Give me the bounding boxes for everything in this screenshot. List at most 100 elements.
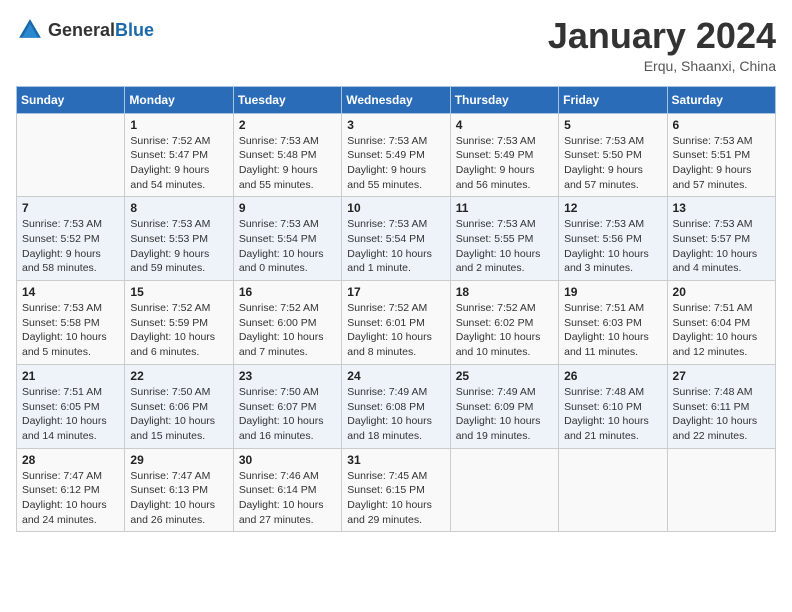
day-number: 19 (564, 285, 661, 299)
day-info: Sunrise: 7:53 AMSunset: 5:52 PMDaylight:… (22, 217, 119, 276)
day-number: 24 (347, 369, 444, 383)
day-number: 22 (130, 369, 227, 383)
calendar-cell: 15Sunrise: 7:52 AMSunset: 5:59 PMDayligh… (125, 281, 233, 365)
col-header-tuesday: Tuesday (233, 86, 341, 113)
day-info: Sunrise: 7:53 AMSunset: 5:58 PMDaylight:… (22, 301, 119, 360)
day-number: 6 (673, 118, 770, 132)
logo-blue: Blue (115, 20, 154, 40)
day-number: 26 (564, 369, 661, 383)
day-info: Sunrise: 7:48 AMSunset: 6:11 PMDaylight:… (673, 385, 770, 444)
day-number: 8 (130, 201, 227, 215)
logo-general: General (48, 20, 115, 40)
day-number: 23 (239, 369, 336, 383)
calendar-cell: 10 Sunrise: 7:53 AMSunset: 5:54 PMDayligh… (342, 197, 450, 281)
day-number: 7 (22, 201, 119, 215)
day-number: 9 (239, 201, 336, 215)
day-number: 28 (22, 453, 119, 467)
calendar-cell: 24 Sunrise: 7:49 AMSunset: 6:08 PMDayligh… (342, 364, 450, 448)
day-number: 4 (456, 118, 553, 132)
calendar-cell: 7 Sunrise: 7:53 AMSunset: 5:52 PMDaylight… (17, 197, 125, 281)
day-number: 20 (673, 285, 770, 299)
calendar-cell: 25 Sunrise: 7:49 AMSunset: 6:09 PMDayligh… (450, 364, 558, 448)
calendar-cell: 19 Sunrise: 7:51 AMSunset: 6:03 PMDayligh… (559, 281, 667, 365)
day-info: Sunrise: 7:52 AMSunset: 6:01 PMDaylight:… (347, 301, 444, 360)
day-number: 16 (239, 285, 336, 299)
day-number: 3 (347, 118, 444, 132)
calendar-cell: 8Sunrise: 7:53 AMSunset: 5:53 PMDaylight… (125, 197, 233, 281)
calendar-cell: 17 Sunrise: 7:52 AMSunset: 6:01 PMDayligh… (342, 281, 450, 365)
week-row-4: 21 Sunrise: 7:51 AMSunset: 6:05 PMDayligh… (17, 364, 776, 448)
col-header-sunday: Sunday (17, 86, 125, 113)
day-info: Sunrise: 7:53 AMSunset: 5:56 PMDaylight:… (564, 217, 661, 276)
day-number: 29 (130, 453, 227, 467)
calendar-cell: 11 Sunrise: 7:53 AMSunset: 5:55 PMDayligh… (450, 197, 558, 281)
logo: GeneralBlue (16, 16, 154, 44)
calendar-cell: 6Sunrise: 7:53 AMSunset: 5:51 PMDaylight… (667, 113, 775, 197)
day-info: Sunrise: 7:49 AMSunset: 6:09 PMDaylight:… (456, 385, 553, 444)
calendar-cell: 23Sunrise: 7:50 AMSunset: 6:07 PMDayligh… (233, 364, 341, 448)
day-number: 27 (673, 369, 770, 383)
day-number: 2 (239, 118, 336, 132)
generalblue-icon (16, 16, 44, 44)
month-title: January 2024 (548, 16, 776, 56)
day-info: Sunrise: 7:50 AMSunset: 6:06 PMDaylight:… (130, 385, 227, 444)
calendar-cell: 28 Sunrise: 7:47 AMSunset: 6:12 PMDayligh… (17, 448, 125, 532)
day-info: Sunrise: 7:46 AMSunset: 6:14 PMDaylight:… (239, 469, 336, 528)
day-info: Sunrise: 7:53 AMSunset: 5:57 PMDaylight:… (673, 217, 770, 276)
day-info: Sunrise: 7:45 AMSunset: 6:15 PMDaylight:… (347, 469, 444, 528)
day-number: 14 (22, 285, 119, 299)
calendar-cell: 5Sunrise: 7:53 AMSunset: 5:50 PMDaylight… (559, 113, 667, 197)
calendar-cell: 22 Sunrise: 7:50 AMSunset: 6:06 PMDayligh… (125, 364, 233, 448)
calendar-cell: 4 Sunrise: 7:53 AMSunset: 5:49 PMDaylight… (450, 113, 558, 197)
calendar-cell: 12 Sunrise: 7:53 AMSunset: 5:56 PMDayligh… (559, 197, 667, 281)
calendar-cell: 3 Sunrise: 7:53 AMSunset: 5:49 PMDaylight… (342, 113, 450, 197)
day-info: Sunrise: 7:51 AMSunset: 6:03 PMDaylight:… (564, 301, 661, 360)
day-info: Sunrise: 7:53 AMSunset: 5:49 PMDaylight:… (347, 134, 444, 193)
calendar-cell: 20 Sunrise: 7:51 AMSunset: 6:04 PMDayligh… (667, 281, 775, 365)
day-info: Sunrise: 7:52 AMSunset: 5:59 PMDaylight:… (130, 301, 227, 360)
day-info: Sunrise: 7:49 AMSunset: 6:08 PMDaylight:… (347, 385, 444, 444)
calendar-cell: 13 Sunrise: 7:53 AMSunset: 5:57 PMDayligh… (667, 197, 775, 281)
col-header-friday: Friday (559, 86, 667, 113)
calendar-cell: 1Sunrise: 7:52 AMSunset: 5:47 PMDaylight… (125, 113, 233, 197)
day-info: Sunrise: 7:53 AMSunset: 5:48 PMDaylight:… (239, 134, 336, 193)
day-number: 1 (130, 118, 227, 132)
week-row-5: 28 Sunrise: 7:47 AMSunset: 6:12 PMDayligh… (17, 448, 776, 532)
calendar-cell: 21 Sunrise: 7:51 AMSunset: 6:05 PMDayligh… (17, 364, 125, 448)
calendar-cell (559, 448, 667, 532)
day-info: Sunrise: 7:53 AMSunset: 5:49 PMDaylight:… (456, 134, 553, 193)
day-number: 13 (673, 201, 770, 215)
day-info: Sunrise: 7:53 AMSunset: 5:55 PMDaylight:… (456, 217, 553, 276)
day-info: Sunrise: 7:52 AMSunset: 6:02 PMDaylight:… (456, 301, 553, 360)
day-number: 21 (22, 369, 119, 383)
day-info: Sunrise: 7:53 AMSunset: 5:50 PMDaylight:… (564, 134, 661, 193)
calendar-cell: 16 Sunrise: 7:52 AMSunset: 6:00 PMDayligh… (233, 281, 341, 365)
col-header-monday: Monday (125, 86, 233, 113)
day-info: Sunrise: 7:51 AMSunset: 6:05 PMDaylight:… (22, 385, 119, 444)
calendar-cell: 31Sunrise: 7:45 AMSunset: 6:15 PMDayligh… (342, 448, 450, 532)
calendar-cell: 2 Sunrise: 7:53 AMSunset: 5:48 PMDaylight… (233, 113, 341, 197)
day-number: 12 (564, 201, 661, 215)
calendar-cell: 14 Sunrise: 7:53 AMSunset: 5:58 PMDayligh… (17, 281, 125, 365)
day-number: 11 (456, 201, 553, 215)
day-info: Sunrise: 7:52 AMSunset: 6:00 PMDaylight:… (239, 301, 336, 360)
day-info: Sunrise: 7:48 AMSunset: 6:10 PMDaylight:… (564, 385, 661, 444)
day-info: Sunrise: 7:47 AMSunset: 6:13 PMDaylight:… (130, 469, 227, 528)
day-number: 25 (456, 369, 553, 383)
day-info: Sunrise: 7:53 AMSunset: 5:54 PMDaylight:… (347, 217, 444, 276)
day-number: 17 (347, 285, 444, 299)
page-header: GeneralBlue January 2024 Erqu, Shaanxi, … (16, 16, 776, 74)
week-row-1: 1Sunrise: 7:52 AMSunset: 5:47 PMDaylight… (17, 113, 776, 197)
calendar-cell (667, 448, 775, 532)
week-row-2: 7 Sunrise: 7:53 AMSunset: 5:52 PMDaylight… (17, 197, 776, 281)
day-info: Sunrise: 7:51 AMSunset: 6:04 PMDaylight:… (673, 301, 770, 360)
col-header-thursday: Thursday (450, 86, 558, 113)
week-row-3: 14 Sunrise: 7:53 AMSunset: 5:58 PMDayligh… (17, 281, 776, 365)
day-info: Sunrise: 7:47 AMSunset: 6:12 PMDaylight:… (22, 469, 119, 528)
calendar-cell: 9Sunrise: 7:53 AMSunset: 5:54 PMDaylight… (233, 197, 341, 281)
calendar-table: SundayMondayTuesdayWednesdayThursdayFrid… (16, 86, 776, 533)
day-number: 10 (347, 201, 444, 215)
day-number: 18 (456, 285, 553, 299)
location: Erqu, Shaanxi, China (548, 58, 776, 74)
calendar-cell: 26 Sunrise: 7:48 AMSunset: 6:10 PMDayligh… (559, 364, 667, 448)
